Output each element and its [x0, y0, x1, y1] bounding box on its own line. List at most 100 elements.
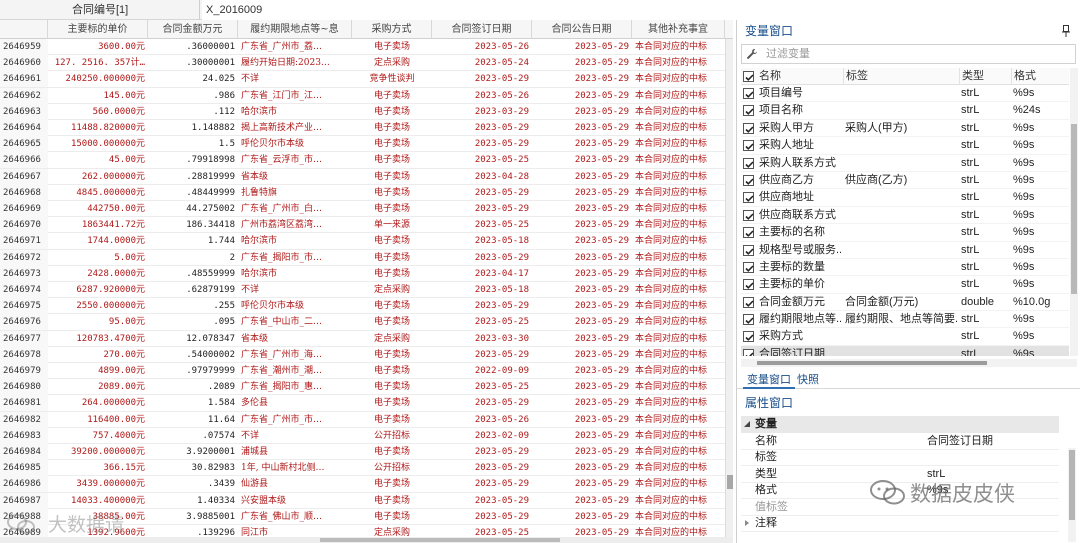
table-row[interactable]: 2646967 262.000000元 .28819999 省本级 电子卖场 2023-0…	[0, 168, 725, 185]
table-cell[interactable]: 哈尔滨市	[238, 233, 352, 249]
table-cell[interactable]: 本合同对应的中标	[632, 412, 725, 428]
table-cell[interactable]: 240250.000000元	[48, 71, 148, 87]
table-row[interactable]: 2646983 757.4000元 .07574 不详 公开招标 2023-02-09 20…	[0, 427, 725, 444]
table-cell[interactable]: 2023-03-30	[432, 331, 532, 347]
table-cell[interactable]: 30.82983	[148, 460, 238, 476]
table-cell[interactable]: 省本级	[238, 331, 352, 347]
table-cell[interactable]: 电子卖场	[352, 104, 432, 120]
table-cell[interactable]: 电子卖场	[352, 250, 432, 266]
collapse-arrow-icon[interactable]	[743, 420, 751, 428]
table-cell[interactable]: 120783.4700元	[48, 331, 148, 347]
table-cell[interactable]: 15000.000000元	[48, 136, 148, 152]
table-cell[interactable]: 2023-05-29	[532, 136, 632, 152]
table-cell[interactable]: 本合同对应的中标	[632, 169, 725, 185]
table-cell[interactable]: 广东省_江门市_江…	[238, 88, 352, 104]
table-cell[interactable]: 竞争性谈判	[352, 71, 432, 87]
table-cell[interactable]: 2023-05-29	[532, 476, 632, 492]
table-cell[interactable]: .3439	[148, 476, 238, 492]
variable-row[interactable]: 合同金额万元 合同金额(万元) double %10.0g	[741, 294, 1069, 312]
table-cell[interactable]: 2023-05-29	[532, 428, 632, 444]
table-row[interactable]: 2646969 442750.00元 44.275002 广东省_广州市_白… 电子卖场…	[0, 201, 725, 218]
table-cell[interactable]: 2023-05-29	[532, 39, 632, 55]
row-index[interactable]: 2646971	[0, 233, 48, 250]
variable-row[interactable]: 项目名称 strL %24s	[741, 102, 1069, 120]
table-cell[interactable]: 2023-05-29	[532, 493, 632, 509]
table-row[interactable]: 2646966 45.00元 .79918998 广东省_云浮市_市… 电子卖场 2023…	[0, 152, 725, 169]
expand-arrow-icon[interactable]	[743, 519, 751, 527]
table-cell[interactable]: 1.40334	[148, 493, 238, 509]
table-cell[interactable]: 2089.00元	[48, 379, 148, 395]
table-cell[interactable]: 仙游县	[238, 476, 352, 492]
table-cell[interactable]: 95.00元	[48, 314, 148, 330]
table-cell[interactable]: 电子卖场	[352, 509, 432, 525]
table-row[interactable]: 2646971 1744.0000元 1.744 哈尔滨市 电子卖场 2023-05-18…	[0, 233, 725, 250]
table-cell[interactable]: 本合同对应的中标	[632, 509, 725, 525]
table-cell[interactable]: 2023-05-29	[532, 282, 632, 298]
table-cell[interactable]: 127. 2516. 357计…	[48, 55, 148, 71]
variable-row[interactable]: 合同签订日期 strL %9s	[741, 345, 1069, 356]
table-cell[interactable]: 3439.000000元	[48, 476, 148, 492]
table-cell[interactable]: 2023-05-29	[532, 250, 632, 266]
row-index[interactable]: 2646969	[0, 201, 48, 217]
table-cell[interactable]: 电子卖场	[352, 363, 432, 379]
table-cell[interactable]: 电子卖场	[352, 152, 432, 168]
variable-row[interactable]: 供应商地址 strL %9s	[741, 189, 1069, 207]
table-cell[interactable]: 扎鲁特旗	[238, 185, 352, 201]
table-row[interactable]: 2646985 366.15元 30.82983 1年, 中山新村北侧… 公开招标 202…	[0, 460, 725, 477]
property-row[interactable]: 标签	[741, 449, 1059, 466]
table-cell[interactable]: 本合同对应的中标	[632, 428, 725, 444]
variable-checkbox[interactable]	[743, 244, 754, 256]
table-cell[interactable]: 2023-05-29	[532, 509, 632, 525]
table-cell[interactable]: 4899.00元	[48, 363, 148, 379]
properties-vertical-scrollbar[interactable]	[1068, 448, 1076, 542]
table-cell[interactable]: 2023-05-29	[532, 88, 632, 104]
variable-row[interactable]: 供应商联系方式 strL %9s	[741, 207, 1069, 225]
table-cell[interactable]: 11488.820000元	[48, 120, 148, 136]
variable-row[interactable]: 采购方式 strL %9s	[741, 328, 1069, 346]
table-cell[interactable]: 公开招标	[352, 428, 432, 444]
table-cell[interactable]: 2023-05-29	[532, 169, 632, 185]
table-cell[interactable]: 2023-05-29	[532, 152, 632, 168]
table-cell[interactable]: 本合同对应的中标	[632, 71, 725, 87]
table-cell[interactable]: 2023-05-29	[532, 444, 632, 460]
table-cell[interactable]: .97979999	[148, 363, 238, 379]
table-cell[interactable]: 2428.0000元	[48, 266, 148, 282]
row-index[interactable]: 2646982	[0, 411, 48, 428]
table-row[interactable]: 2646986 3439.000000元 .3439 仙游县 电子卖场 2023-05-2…	[0, 476, 725, 493]
property-group-variable[interactable]: 变量	[741, 416, 1059, 433]
table-cell[interactable]: 定点采购	[352, 282, 432, 298]
table-row[interactable]: 2646965 15000.000000元 1.5 呼伦贝尔市本级 电子卖场 2023-0…	[0, 136, 725, 153]
table-cell[interactable]: 本合同对应的中标	[632, 476, 725, 492]
column-header[interactable]: 合同金额万元	[148, 20, 238, 39]
variable-row[interactable]: 采购人甲方 采购人(甲方) strL %9s	[741, 120, 1069, 138]
table-cell[interactable]: 39200.000000元	[48, 444, 148, 460]
column-header[interactable]: 采购方式	[352, 20, 432, 39]
variable-row[interactable]: 主要标的数量 strL %9s	[741, 259, 1069, 277]
table-cell[interactable]: 2023-05-29	[532, 185, 632, 201]
table-cell[interactable]: 1.5	[148, 136, 238, 152]
table-row[interactable]: 2646975 2550.000000元 .255 呼伦贝尔市本级 电子卖场 2023-0…	[0, 298, 725, 315]
scroll-thumb[interactable]	[1071, 124, 1077, 294]
table-cell[interactable]: 电子卖场	[352, 120, 432, 136]
row-index[interactable]: 2646980	[0, 379, 48, 396]
table-cell[interactable]: 履约开始日期:2023…	[238, 55, 352, 71]
tab-variables-window[interactable]: 变量窗口	[743, 372, 795, 389]
row-index[interactable]: 2646961	[0, 71, 48, 88]
table-cell[interactable]: 兴安盟本级	[238, 493, 352, 509]
table-cell[interactable]: 24.025	[148, 71, 238, 87]
table-cell[interactable]: 44.275002	[148, 201, 238, 217]
table-cell[interactable]: 定点采购	[352, 55, 432, 71]
row-index[interactable]: 2646960	[0, 55, 48, 72]
table-cell[interactable]: 2023-05-29	[432, 71, 532, 87]
row-index[interactable]: 2646981	[0, 395, 48, 412]
table-cell[interactable]: 2022-09-09	[432, 363, 532, 379]
table-row[interactable]: 2646982 116400.00元 11.64 广东省_广州市_市… 电子卖场 2023…	[0, 411, 725, 428]
variable-checkbox[interactable]	[743, 174, 754, 186]
variable-row[interactable]: 主要标的单价 strL %9s	[741, 276, 1069, 294]
table-cell[interactable]: 2023-05-29	[432, 395, 532, 411]
row-index[interactable]: 2646970	[0, 217, 48, 234]
table-cell[interactable]: 2023-05-29	[432, 201, 532, 217]
table-cell[interactable]: 1744.0000元	[48, 233, 148, 249]
table-cell[interactable]: 电子卖场	[352, 88, 432, 104]
table-cell[interactable]: .48449999	[148, 185, 238, 201]
